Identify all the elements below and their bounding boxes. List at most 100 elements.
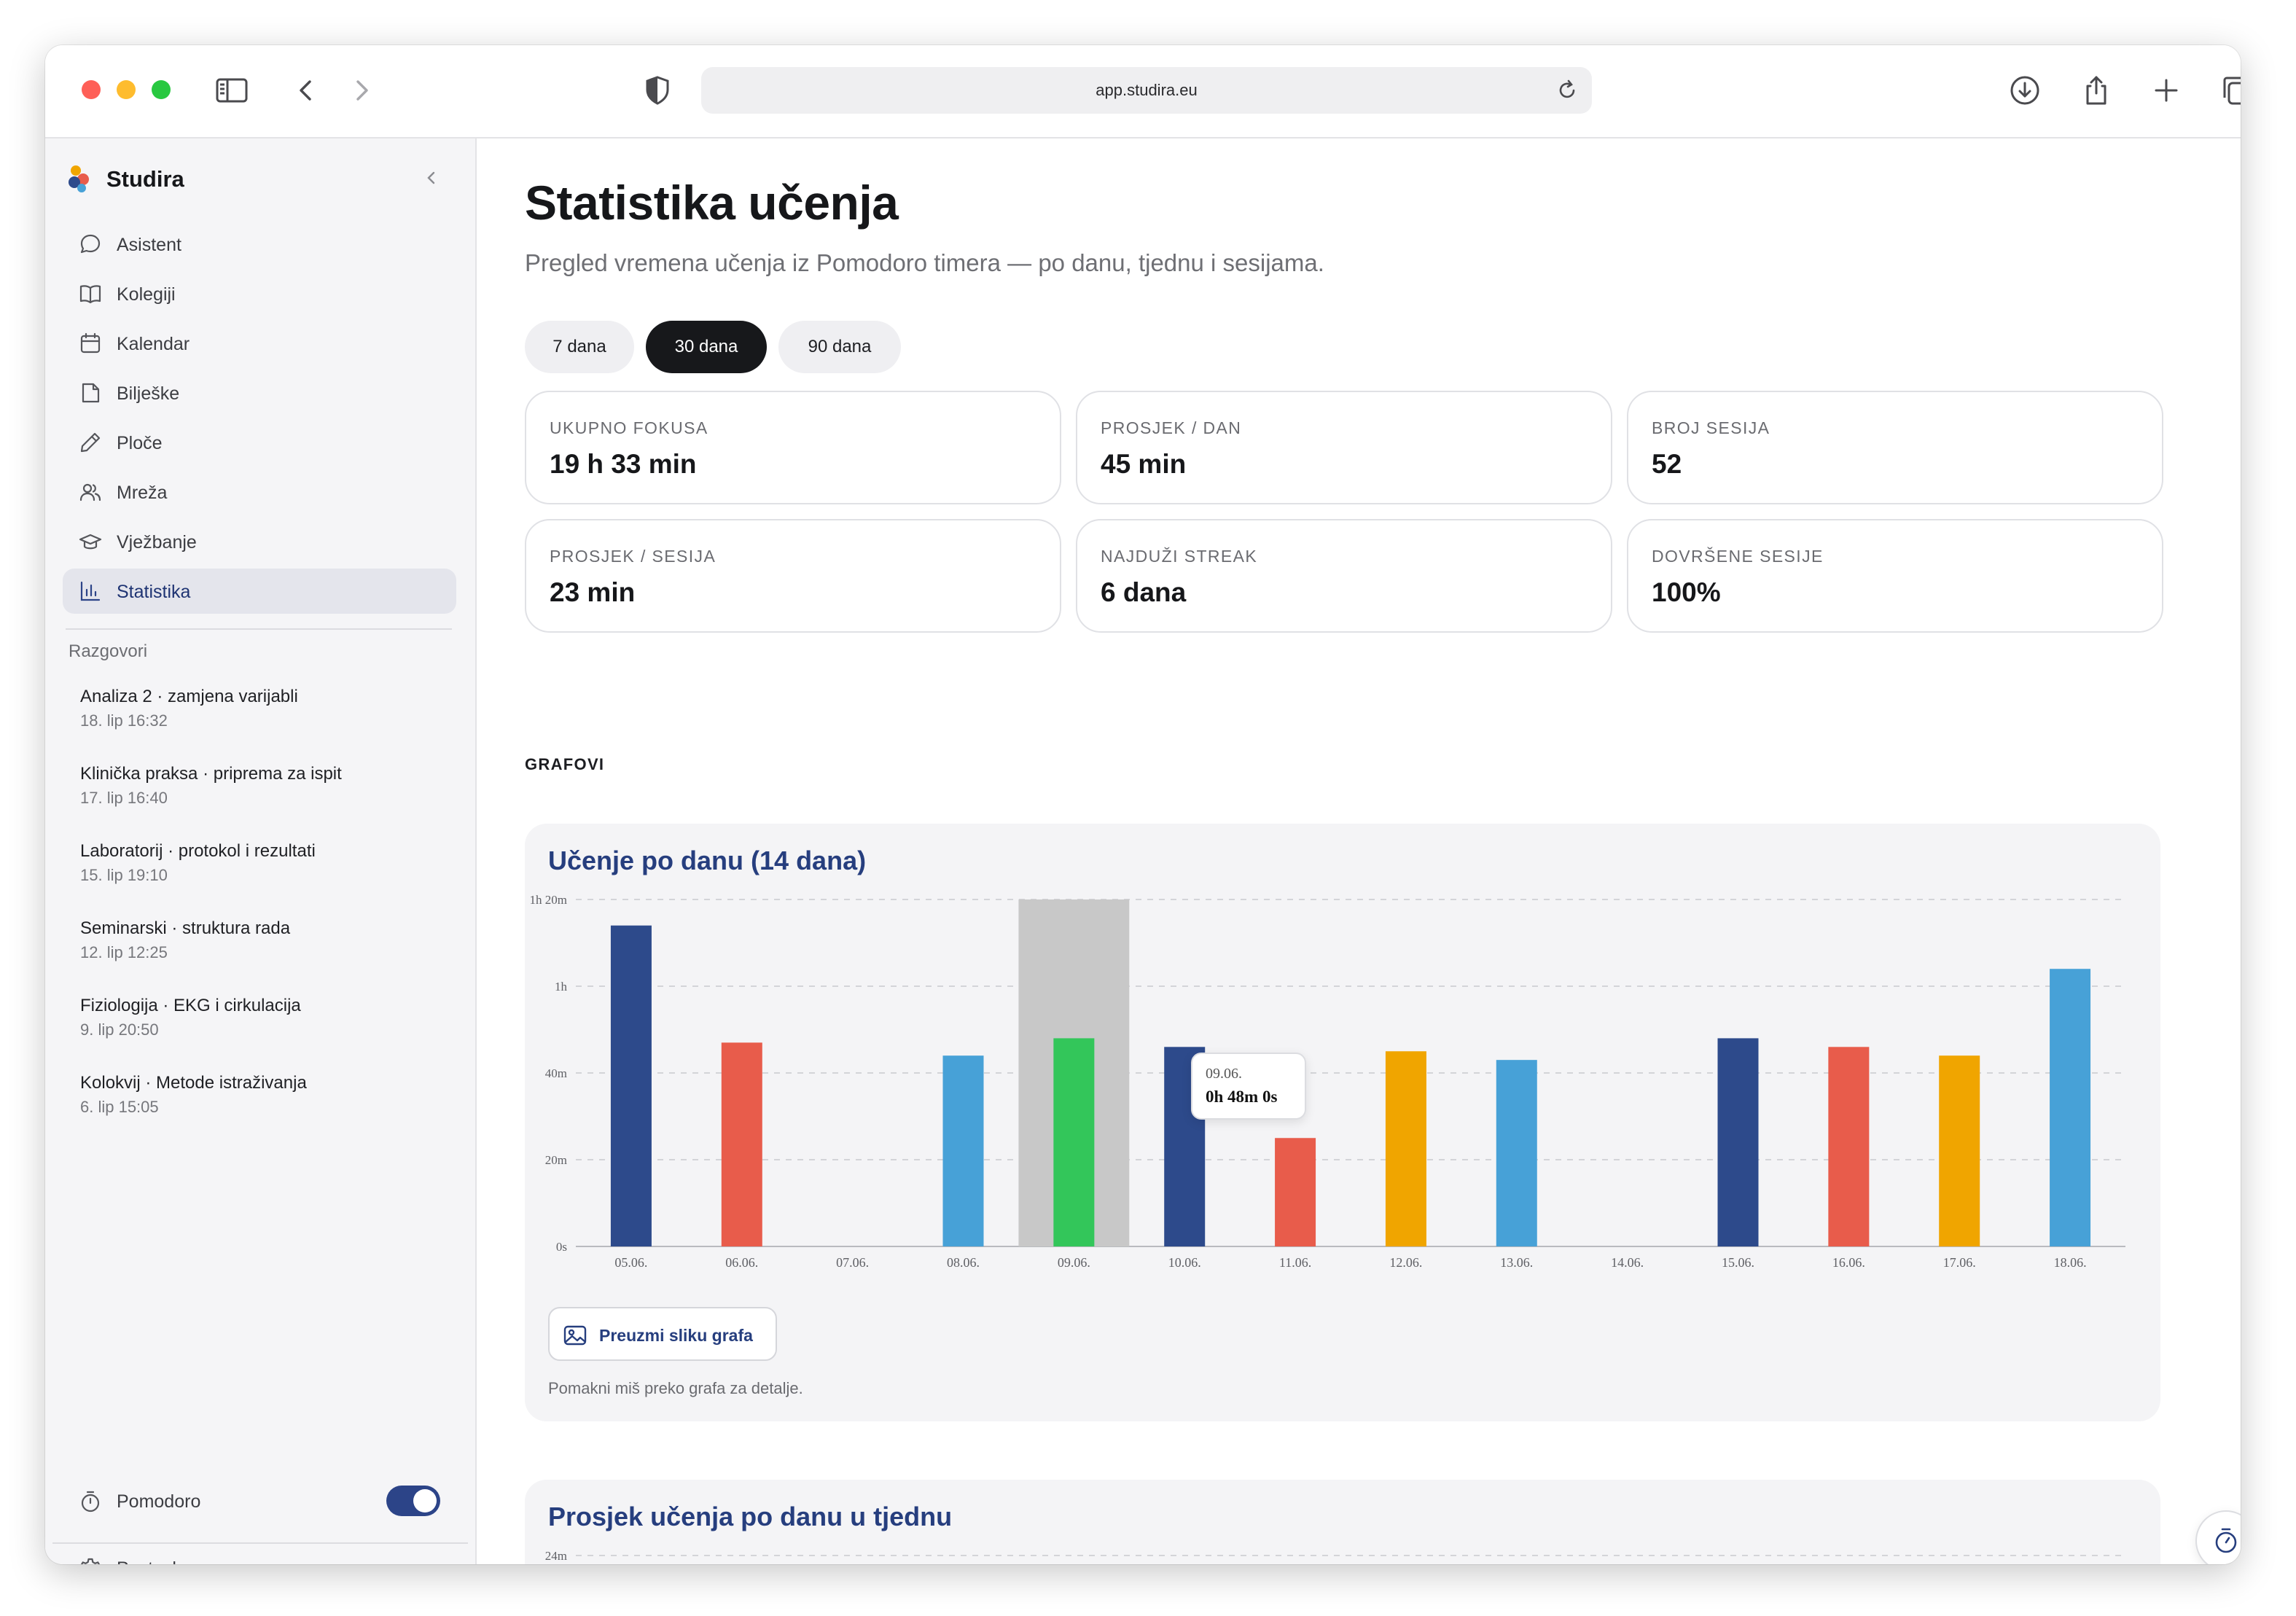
stat-card-total-focus: UKUPNO FOKUSA 19 h 33 min (525, 391, 1061, 504)
x-tick-label: 15.06. (1722, 1255, 1754, 1270)
y-tick-label: 40m (545, 1066, 567, 1080)
download-chart-label: Preuzmi sliku grafa (599, 1326, 753, 1345)
range-30-days-button[interactable]: 30 dana (646, 321, 767, 373)
conversation-title: Fiziologija · EKG i cirkulacija (80, 996, 301, 1015)
bar[interactable] (721, 1042, 762, 1246)
bar[interactable] (1717, 1038, 1759, 1246)
sidebar-item-statistika[interactable]: Statistika (63, 569, 456, 614)
y-tick-label: 20m (545, 1153, 567, 1167)
range-90-days-button[interactable]: 90 dana (778, 321, 901, 373)
download-chart-image-button[interactable]: Preuzmi sliku grafa (548, 1307, 777, 1361)
conversation-date: 18. lip 16:32 (80, 711, 168, 730)
sidebar-item-kolegiji[interactable]: Kolegiji (63, 271, 456, 316)
pencil-icon (79, 431, 102, 454)
page-subtitle: Pregled vremena učenja iz Pomodoro timer… (525, 249, 1324, 276)
x-tick-label: 09.06. (1058, 1255, 1090, 1270)
weekday-average-chart-panel: Prosjek učenja po danu u tjednu 24m (525, 1480, 2160, 1564)
conversation-item[interactable]: Kolokvij · Metode istraživanja 6. lip 15… (80, 1073, 452, 1150)
bar[interactable] (610, 925, 652, 1246)
sidebar-item-label: Bilješke (117, 383, 180, 404)
bar[interactable] (1828, 1047, 1870, 1246)
users-icon (79, 480, 102, 504)
stat-label: UKUPNO FOKUSA (550, 418, 708, 437)
bar[interactable] (1496, 1060, 1537, 1246)
bar[interactable] (942, 1055, 984, 1246)
zoom-window-button[interactable] (152, 80, 171, 99)
sidebar-item-mreza[interactable]: Mreža (63, 469, 456, 515)
sidebar-item-vjezbanje[interactable]: Vježbanje (63, 519, 456, 564)
browser-toolbar: app.studira.eu (45, 45, 2241, 138)
y-tick-label: 0s (556, 1240, 567, 1254)
conversation-title: Analiza 2 · zamjena varijabli (80, 687, 298, 706)
download-icon[interactable] (2007, 73, 2042, 108)
x-tick-label: 16.06. (1832, 1255, 1865, 1270)
stat-value: 19 h 33 min (550, 449, 697, 479)
timer-icon (2215, 1528, 2237, 1553)
pomodoro-toggle[interactable] (386, 1486, 440, 1516)
sidebar-item-label: Asistent (117, 235, 181, 255)
sidebar-toggle-icon[interactable] (214, 73, 249, 108)
sidebar-item-ploce[interactable]: Ploče (63, 420, 456, 465)
bar[interactable] (1275, 1138, 1316, 1246)
stat-value: 23 min (550, 577, 636, 607)
conversation-list: Analiza 2 · zamjena varijabli 18. lip 16… (80, 687, 452, 1150)
x-tick-label: 13.06. (1500, 1255, 1533, 1270)
sidebar-item-label: Mreža (117, 483, 168, 503)
privacy-shield-icon[interactable] (640, 73, 675, 108)
new-tab-icon[interactable] (2149, 73, 2184, 108)
y-tick-label: 24m (545, 1549, 567, 1563)
conversation-item[interactable]: Analiza 2 · zamjena varijabli 18. lip 16… (80, 687, 452, 764)
stat-label: PROSJEK / DAN (1101, 418, 1242, 437)
conversation-title: Klinička praksa · priprema za ispit (80, 764, 342, 784)
settings-button[interactable]: Postavke (63, 1545, 456, 1564)
bar[interactable] (2050, 969, 2091, 1246)
stat-card-longest-streak: NAJDUŽI STREAK 6 dana (1076, 519, 1612, 633)
tab-overview-icon[interactable] (2219, 73, 2241, 108)
conversations-heading: Razgovori (69, 641, 148, 661)
bar[interactable] (1053, 1038, 1095, 1246)
range-7-days-button[interactable]: 7 dana (525, 321, 634, 373)
back-icon[interactable] (289, 73, 324, 108)
close-window-button[interactable] (82, 80, 101, 99)
bar[interactable] (1939, 1055, 1980, 1246)
forward-icon[interactable] (344, 73, 379, 108)
image-icon (563, 1323, 587, 1348)
daily-study-chart-panel: Učenje po danu (14 dana) 0s 20m 40m 1h 1h 20… (525, 824, 2160, 1421)
sidebar-item-label: Kolegiji (117, 284, 176, 305)
weekday-average-bar-chart[interactable]: 24m (525, 1538, 2160, 1564)
settings-label: Postavke (117, 1558, 192, 1564)
pomodoro-timer-button[interactable] (2195, 1510, 2241, 1564)
sidebar-item-kalendar[interactable]: Kalendar (63, 321, 456, 366)
conversation-date: 15. lip 19:10 (80, 866, 168, 884)
x-tick-label: 17.06. (1943, 1255, 1976, 1270)
conversation-item[interactable]: Laboratorij · protokol i rezultati 15. l… (80, 841, 452, 918)
pomodoro-label: Pomodoro (117, 1491, 201, 1512)
stat-card-session-count: BROJ SESIJA 52 (1627, 391, 2163, 504)
daily-study-bar-chart[interactable]: 0s 20m 40m 1h 1h 20m 05.06. 06.06. 07.06. 08.06.… (525, 882, 2160, 1276)
minimize-window-button[interactable] (117, 80, 136, 99)
stat-value: 52 (1652, 449, 1682, 479)
chart-tooltip: 09.06. 0h 48m 0s (1191, 1053, 1306, 1120)
conversation-item[interactable]: Seminarski · struktura rada 12. lip 12:2… (80, 918, 452, 996)
conversation-title: Kolokvij · Metode istraživanja (80, 1073, 307, 1093)
sidebar-item-biljeske[interactable]: Bilješke (63, 370, 456, 415)
stat-label: BROJ SESIJA (1652, 418, 1770, 437)
address-bar[interactable]: app.studira.eu (701, 67, 1592, 114)
page-title: Statistika učenja (525, 176, 899, 230)
sidebar-item-label: Kalendar (117, 334, 190, 354)
pomodoro-row: Pomodoro (63, 1478, 456, 1522)
conversation-date: 12. lip 12:25 (80, 943, 168, 961)
conversation-item[interactable]: Klinička praksa · priprema za ispit 17. … (80, 764, 452, 841)
sidebar-nav: Asistent Kolegiji Kalendar Bilješke Ploč… (63, 222, 456, 618)
reload-icon[interactable] (1554, 77, 1580, 104)
conversation-title: Laboratorij · protokol i rezultati (80, 841, 316, 861)
collapse-sidebar-icon[interactable] (421, 168, 442, 188)
share-icon[interactable] (2079, 73, 2114, 108)
conversation-item[interactable]: Fiziologija · EKG i cirkulacija 9. lip 2… (80, 996, 452, 1073)
sidebar-item-asistent[interactable]: Asistent (63, 222, 456, 267)
stat-label: DOVRŠENE SESIJE (1652, 547, 1824, 566)
stat-label: NAJDUŽI STREAK (1101, 547, 1258, 566)
x-tick-label: 11.06. (1279, 1255, 1311, 1270)
bar[interactable] (1385, 1051, 1426, 1246)
graduation-cap-icon (79, 530, 102, 553)
